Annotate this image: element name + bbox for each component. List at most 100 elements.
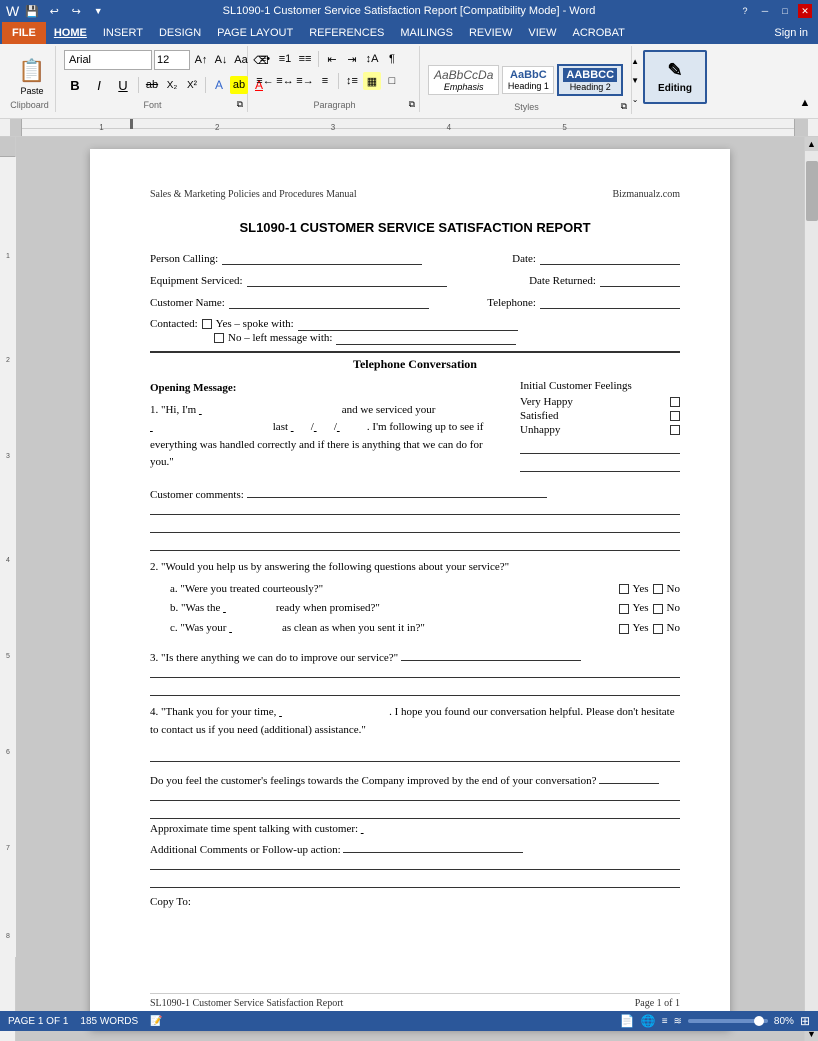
highlight-btn[interactable]: ab — [230, 76, 248, 94]
heading1-style-card[interactable]: AaBbC Heading 1 — [502, 66, 554, 94]
superscript-btn[interactable]: X² — [183, 76, 201, 94]
satisfied-checkbox[interactable] — [670, 411, 680, 421]
bold-btn[interactable]: B — [64, 74, 86, 96]
view-outline-btn[interactable]: ≡ — [662, 1016, 668, 1027]
paragraph-group: ≡• ≡1 ≡≡ ⇤ ⇥ ↕A ¶ ≡← ≡↔ ≡→ ≡ ↕≡ ▦ □ Para… — [250, 46, 420, 112]
font-size-input[interactable] — [154, 50, 190, 70]
text-effects-btn[interactable]: A — [210, 76, 228, 94]
scroll-track[interactable] — [805, 151, 818, 1027]
numbering-btn[interactable]: ≡1 — [276, 50, 294, 68]
help-icon[interactable]: ? — [738, 4, 752, 18]
scroll-up-btn[interactable]: ▲ — [805, 137, 818, 151]
align-left-btn[interactable]: ≡← — [256, 72, 274, 90]
paragraph-label: Paragraph — [250, 100, 419, 110]
sign-in[interactable]: Sign in — [766, 22, 816, 44]
editing-btn[interactable]: ✎ Editing — [643, 50, 707, 104]
heading2-style-card[interactable]: AABBCC Heading 2 — [557, 64, 623, 96]
opening-left: Opening Message: 1. "Hi, I'm and we serv… — [150, 380, 500, 476]
file-menu[interactable]: FILE — [2, 22, 46, 44]
review-tab[interactable]: REVIEW — [461, 22, 520, 44]
view-tab[interactable]: VIEW — [520, 22, 564, 44]
italic-btn[interactable]: I — [88, 74, 110, 96]
q3-line — [401, 647, 581, 661]
approximate-time-line — [361, 823, 461, 835]
font-label: Font — [58, 100, 247, 110]
opening-message-label: Opening Message: — [150, 380, 500, 398]
emphasis-style-card[interactable]: AaBbCcDa Emphasis — [428, 65, 499, 95]
view-draft-btn[interactable]: ≋ — [674, 1016, 682, 1027]
divider-line-1 — [150, 748, 680, 762]
change-case-btn[interactable]: Aa — [232, 51, 250, 69]
unhappy-checkbox[interactable] — [670, 425, 680, 435]
yes-checkbox[interactable] — [202, 319, 212, 329]
bullets-btn[interactable]: ≡• — [256, 50, 274, 68]
no-a-checkbox[interactable] — [653, 584, 663, 594]
shrink-font-btn[interactable]: A↓ — [212, 51, 230, 69]
paste-button[interactable]: 📋 Paste — [10, 48, 54, 106]
insert-tab[interactable]: INSERT — [95, 22, 151, 44]
customize-access[interactable]: ▼ — [89, 2, 107, 20]
zoom-slider[interactable] — [688, 1019, 768, 1023]
scroll-thumb[interactable] — [806, 161, 818, 221]
align-right-btn[interactable]: ≡→ — [296, 72, 314, 90]
line-spacing-btn[interactable]: ↕≡ — [343, 72, 361, 90]
minimize-btn[interactable]: ─ — [758, 4, 772, 18]
subscript-btn[interactable]: X₂ — [163, 76, 181, 94]
doc-container[interactable]: Sales & Marketing Policies and Procedure… — [16, 137, 804, 1041]
no-b-checkbox[interactable] — [653, 604, 663, 614]
sort-btn[interactable]: ↕A — [363, 50, 381, 68]
decrease-indent-btn[interactable]: ⇤ — [323, 50, 341, 68]
comments-line-3 — [150, 519, 680, 533]
yes-b-checkbox[interactable] — [619, 604, 629, 614]
very-happy-checkbox[interactable] — [670, 397, 680, 407]
view-web-btn[interactable]: 🌐 — [641, 1014, 656, 1028]
header-right: Bizmanualz.com — [613, 189, 680, 200]
quick-undo[interactable]: ↩ — [45, 2, 63, 20]
q3-line-2 — [150, 664, 680, 678]
opening-text: 1. "Hi, I'm and we serviced your last / … — [150, 402, 500, 472]
ribbon-collapse-btn[interactable]: ▲ — [796, 94, 814, 112]
multilevel-btn[interactable]: ≡≡ — [296, 50, 314, 68]
font-name-input[interactable] — [64, 50, 152, 70]
proofing-icon[interactable]: 📝 — [150, 1016, 162, 1027]
title-bar-right: ? ─ □ ✕ — [738, 4, 812, 18]
quick-save[interactable]: 💾 — [23, 2, 41, 20]
view-print-btn[interactable]: 📄 — [620, 1014, 635, 1028]
home-tab[interactable]: HOME — [46, 22, 95, 44]
no-c-checkbox[interactable] — [653, 624, 663, 634]
mailings-tab[interactable]: MAILINGS — [392, 22, 461, 44]
customer-name-label: Customer Name: — [150, 297, 225, 309]
borders-btn[interactable]: □ — [383, 72, 401, 90]
align-center-btn[interactable]: ≡↔ — [276, 72, 294, 90]
zoom-thumb[interactable] — [754, 1016, 764, 1026]
feelings-line-1 — [520, 440, 680, 454]
scrollbar-right[interactable]: ▲ ▼ — [804, 137, 818, 1041]
references-tab[interactable]: REFERENCES — [301, 22, 392, 44]
acrobat-tab[interactable]: ACROBAT — [564, 22, 632, 44]
justify-btn[interactable]: ≡ — [316, 72, 334, 90]
design-tab[interactable]: DESIGN — [151, 22, 209, 44]
quick-redo[interactable]: ↪ — [67, 2, 85, 20]
yes-spoke-line — [298, 317, 518, 331]
doc-page[interactable]: Sales & Marketing Policies and Procedure… — [90, 149, 730, 1029]
yes-a-checkbox[interactable] — [619, 584, 629, 594]
underline-btn[interactable]: U — [112, 74, 134, 96]
show-marks-btn[interactable]: ¶ — [383, 50, 401, 68]
very-happy-label: Very Happy — [520, 396, 573, 408]
sub-question-b: b. "Was the ready when promised?" Yes No — [170, 600, 680, 618]
fit-page-btn[interactable]: ⊞ — [800, 1014, 810, 1028]
grow-font-btn[interactable]: A↑ — [192, 51, 210, 69]
paragraph-expand-btn[interactable]: ⧉ — [409, 99, 415, 110]
shading-btn[interactable]: ▦ — [363, 72, 381, 90]
no-a-label: No — [667, 581, 680, 599]
page-layout-tab[interactable]: PAGE LAYOUT — [209, 22, 301, 44]
yes-c-checkbox[interactable] — [619, 624, 629, 634]
no-checkbox[interactable] — [214, 333, 224, 343]
restore-btn[interactable]: □ — [778, 4, 792, 18]
close-btn[interactable]: ✕ — [798, 4, 812, 18]
form-row-2: Equipment Serviced: Date Returned: — [150, 273, 680, 287]
strikethrough-btn[interactable]: ab — [143, 76, 161, 94]
styles-expand-btn[interactable]: ⧉ — [621, 101, 627, 112]
increase-indent-btn[interactable]: ⇥ — [343, 50, 361, 68]
font-expand-btn[interactable]: ⧉ — [237, 99, 243, 110]
